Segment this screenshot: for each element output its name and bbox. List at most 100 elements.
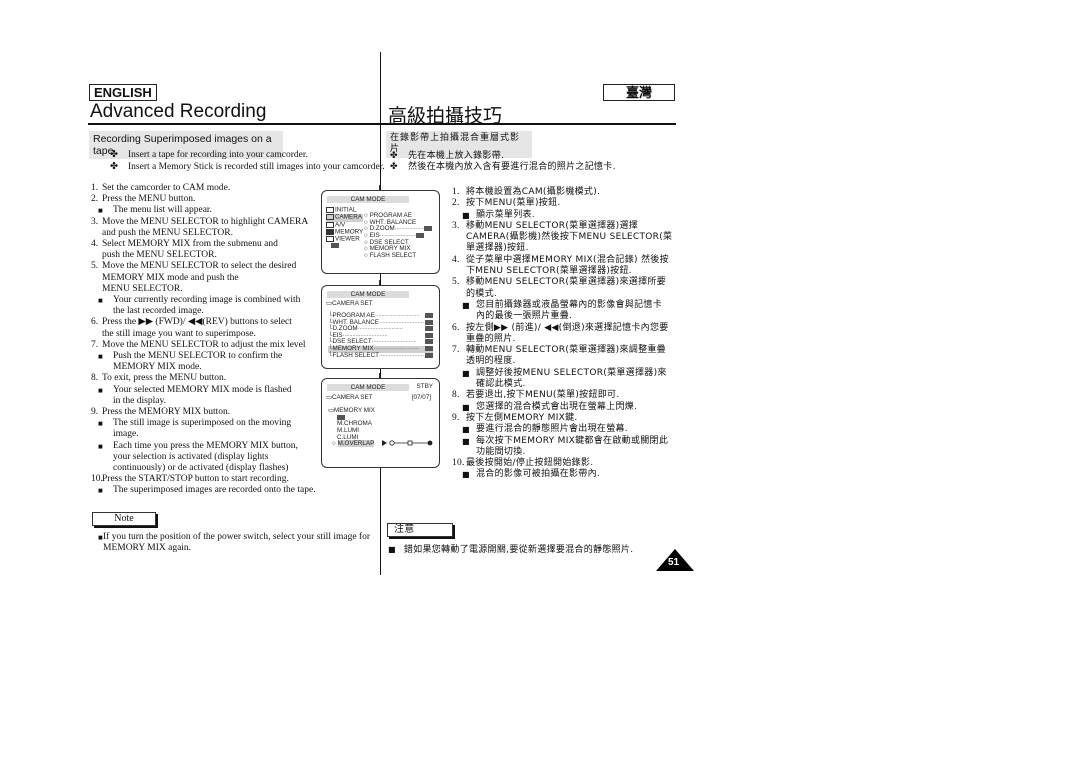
step-item: 8. To exit, press the MENU button. <box>91 373 323 384</box>
step-text: 單選擇器)按鈕. <box>466 243 529 254</box>
step-text: 若要退出,按下MENU(菜單)按鈕即可. <box>466 390 620 401</box>
step-sub-bullet: Each time you press the MEMORY MIX butto… <box>91 441 323 452</box>
step-continuation: 下MENU SELECTOR(菜單選擇器)按鈕. <box>452 266 684 277</box>
note-text-chinese: ■ 錯如果您轉動了電源開關,要從新選擇要混合的靜態照片. <box>388 545 634 555</box>
step-sub-bullet: 每次按下MEMORY MIX鍵都會在啟動或關閉此 <box>452 436 684 448</box>
sub-menu-list: ○ PROGRAM AE ○ WHT. BALANCE ○ D.ZOOM····… <box>364 212 432 260</box>
step-number: 5. <box>91 261 99 272</box>
step-item: 8. 若要退出,按下MENU(菜單)按鈕即可. <box>452 390 684 401</box>
step-text: 按下左側MEMORY MIX鍵. <box>466 412 578 423</box>
step-item: 1. 將本機設置為CAM(攝影機模式). <box>452 187 684 198</box>
step-item: 4. 從子菜單中選擇MEMORY MIX(混合記錄) 然後按 <box>452 255 684 266</box>
menu-counter: [07/07] <box>411 394 431 401</box>
step-continuation: 重疊的照片. <box>452 334 684 345</box>
step-number: 6. <box>452 322 460 333</box>
intro-bullets-chinese: ✤ 先在本機上放入錄影帶. ✤ 然後在本機內放入含有要進行混合的照片之記憶卡. <box>390 151 616 173</box>
step-text: Press the MEMORY MIX button. <box>102 407 231 418</box>
step-sub-bullet: 要進行混合的靜態照片會出現在螢幕. <box>452 424 684 436</box>
step-item: 4. Select MEMORY MIX from the submenu and <box>91 239 323 250</box>
setting-badge-icon <box>425 339 433 345</box>
note-text-english: If you turn the position of the power sw… <box>91 532 376 554</box>
step-item: 7. 轉動MENU SELECTOR(菜單選擇器)來調整重疊 <box>452 345 684 356</box>
step-sub-bullet: Your currently recording image is combin… <box>91 295 323 306</box>
step-item: 5. Move the MENU SELECTOR to select the d… <box>91 261 323 272</box>
step-sub-bullet: The menu list will appear. <box>91 205 323 216</box>
mix-level-slider <box>382 440 433 446</box>
diamond-bullet-icon: ✤ <box>390 162 398 173</box>
step-sub-bullet: in the display. <box>113 395 166 406</box>
step-number: 9. <box>452 412 460 423</box>
note-label-english: Note <box>92 512 156 526</box>
step-text: Move the MENU SELECTOR to highlight CAME… <box>102 216 309 227</box>
intro-bullets-english: ✤ Insert a tape for recording into your c… <box>110 149 385 173</box>
setting-badge-icon <box>425 332 433 338</box>
steps-list-chinese: 1. 將本機設置為CAM(攝影機模式). 2. 按下MENU(菜單)按鈕.顯示菜單列表… <box>452 187 684 481</box>
step-continuation: MENU SELECTOR. <box>91 284 323 295</box>
page-title-english: Advanced Recording <box>90 101 267 122</box>
step-number: 1. <box>91 183 99 193</box>
step-text: MEMORY MIX mode and push the <box>102 272 239 283</box>
step-item: 10. 最後按開始/停止按鈕開始錄影. <box>452 458 684 469</box>
step-item: 2. Press the MENU button. <box>91 194 323 205</box>
step-sub-bullet: 顯示菜單列表. <box>452 210 684 222</box>
step-text: Move the MENU SELECTOR to adjust the mix… <box>102 339 306 350</box>
step-continuation: push the MENU SELECTOR. <box>91 250 323 261</box>
step-number: 10. <box>452 458 465 469</box>
step-text: and push the MENU SELECTOR. <box>102 227 233 238</box>
step-sub-bullet: 調整好後按MENU SELECTOR(菜單選擇器)來 <box>452 368 684 380</box>
step-sub-bullet: 混合的影像可被拍攝在影帶內. <box>452 469 684 481</box>
step-number: 3. <box>91 216 99 227</box>
step-continuation: 的模式. <box>452 289 684 300</box>
step-continuation: MEMORY MIX mode and push the <box>91 273 323 284</box>
step-text: Press the MENU button. <box>102 194 196 205</box>
diamond-bullet-icon: ✤ <box>110 150 118 160</box>
slider-pointer-icon <box>382 440 387 446</box>
slider-mid-marker <box>407 440 413 446</box>
step-item: 5. 移動MENU SELECTOR(菜單選擇器)來選擇所要 <box>452 277 684 288</box>
step-sub-bullet: 內的最後一張照片重疊. <box>476 311 573 322</box>
step-number: 2. <box>91 194 99 205</box>
step-continuation: the still image you want to superimpose. <box>91 329 323 340</box>
step-number: 7. <box>452 345 460 356</box>
step-item: 6. 按左側▶▶ (前進)/ ◀◀(倒退)來選擇記憶卡內您要 <box>452 323 684 334</box>
step-text: push the MENU SELECTOR. <box>102 250 217 261</box>
step-sub-bullet: 您選擇的混合模式會出現在螢幕上閃爍. <box>452 402 684 414</box>
step-text: 下MENU SELECTOR(菜單選擇器)按鈕. <box>466 266 632 277</box>
setting-badge-icon <box>425 352 433 358</box>
step-number: 9. <box>91 407 99 418</box>
note-label-chinese: 注意 <box>387 523 453 537</box>
screen-memory-mix: CAM MODE STBY ▭CAMERA SET [07/07] ▭MEMOR… <box>321 373 440 468</box>
step-text: the still image you want to superimpose. <box>102 328 256 339</box>
page-number: 51 <box>668 557 680 568</box>
step-number: 1. <box>452 187 460 197</box>
step-item: 10. Press the START/STOP button to start … <box>91 474 323 485</box>
step-text: 轉動MENU SELECTOR(菜單選擇器)來調整重疊 <box>466 345 666 356</box>
camera-set-item: └ FLASH SELECT ···························… <box>328 352 433 360</box>
language-label-english: ENGLISH <box>89 84 157 101</box>
step-number: 8. <box>91 373 99 384</box>
step-text: Move the MENU SELECTOR to select the des… <box>102 261 297 272</box>
screen-title: CAM MODE <box>327 196 409 203</box>
standby-status: STBY <box>416 383 433 390</box>
folder-icon <box>326 221 334 228</box>
steps-list-english: 1. Set the camcorder to CAM mode. 2. Press … <box>91 183 323 497</box>
screen-title: CAM MODE <box>327 291 409 298</box>
step-text: To exit, press the MENU button. <box>102 373 227 384</box>
setting-badge-icon <box>425 313 433 318</box>
memory-icon <box>326 228 334 235</box>
step-number: 4. <box>91 239 99 250</box>
slider-knob <box>427 440 433 446</box>
folder-icon <box>326 214 334 221</box>
slider-min-marker <box>389 440 395 446</box>
setting-badge-icon <box>425 319 433 325</box>
step-item: 7. Move the MENU SELECTOR to adjust the m… <box>91 340 323 351</box>
step-item: 2. 按下MENU(菜單)按鈕. <box>452 198 684 209</box>
step-sub-bullet: MEMORY MIX mode. <box>113 362 202 373</box>
step-text: 將本機設置為CAM(攝影機模式). <box>466 187 601 197</box>
step-number: 4. <box>452 254 460 265</box>
step-item: 9. 按下左側MEMORY MIX鍵. <box>452 413 684 424</box>
step-text: 從子菜單中選擇MEMORY MIX(混合記錄) 然後按 <box>466 254 669 265</box>
screen-title: CAM MODE <box>327 384 409 391</box>
step-number: 6. <box>91 317 99 328</box>
step-text: 移動MENU SELECTOR(菜單選擇器)來選擇所要 <box>466 277 666 288</box>
